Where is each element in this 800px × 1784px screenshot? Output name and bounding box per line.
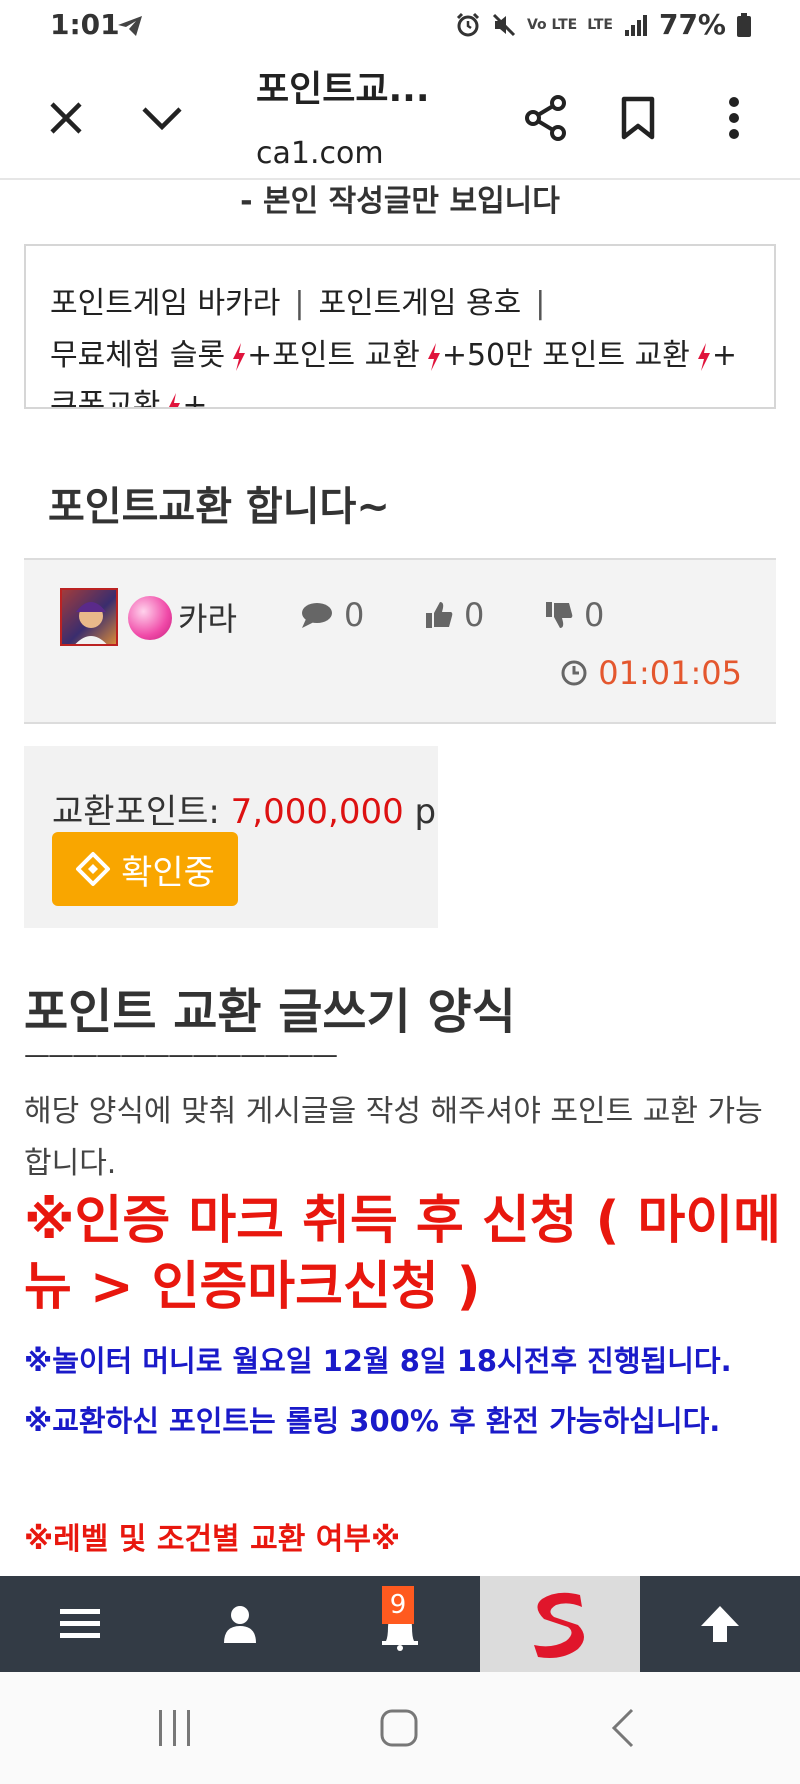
share-icon <box>525 95 566 141</box>
bookmark-button[interactable] <box>610 90 666 146</box>
home-button[interactable] <box>364 1700 434 1756</box>
menu-button[interactable] <box>0 1576 160 1672</box>
dislike-count[interactable]: 0 <box>544 596 604 634</box>
signal-icon <box>624 14 647 36</box>
logo-icon <box>534 1592 584 1658</box>
collapse-button[interactable] <box>134 90 190 146</box>
exchange-point-value: 7,000,000 <box>230 792 404 832</box>
avatar-image <box>75 602 107 644</box>
exchange-point-label: 교환포인트: 7,000,000 p <box>52 792 437 832</box>
alarm-icon <box>456 12 480 36</box>
lightning-icon <box>427 342 440 371</box>
instruction-paragraph: 해당 양식에 맞춰 게시글을 작성 해주셔야 포인트 교환 가능합니다. <box>24 1094 763 1181</box>
like-count[interactable]: 0 <box>424 596 484 634</box>
category-coupon-exchange[interactable]: 쿠폰교환 <box>50 388 160 407</box>
lightning-icon <box>233 342 246 371</box>
close-icon <box>50 102 82 134</box>
status-bar: 1:01 Vo LTE LTE 77% <box>0 0 800 50</box>
notification-badge: 9 <box>382 1586 414 1624</box>
chevron-down-icon <box>142 107 182 131</box>
battery-icon <box>737 12 751 37</box>
thumbs-up-icon <box>426 602 453 628</box>
lightning-icon <box>169 392 181 407</box>
battery-percent: 77% <box>658 8 726 41</box>
exchange-point-unit: p <box>403 792 437 832</box>
comment-count: 0 <box>300 596 364 634</box>
more-vertical-icon <box>729 97 739 139</box>
page-url[interactable]: ca1.com <box>256 136 384 171</box>
level-badge <box>128 596 172 640</box>
author-name[interactable]: 카라 <box>178 594 237 640</box>
post-meta: 카라 0 0 0 01:01:05 <box>24 558 776 724</box>
certification-notice: ※인증 마크 취득 후 신청 ( 마이메뉴 > 인증마크신청 ) <box>24 1191 782 1317</box>
plus-sign: + <box>711 338 737 373</box>
notice-text: - 본인 작성글만 보입니다 <box>240 184 560 219</box>
mute-icon <box>492 13 516 36</box>
recents-icon <box>159 1710 190 1746</box>
clock-icon <box>561 660 587 686</box>
home-icon <box>380 1709 418 1747</box>
site-logo-button[interactable] <box>480 1576 640 1672</box>
status-time: 1:01 <box>50 8 120 41</box>
post-title: 포인트교환 합니다~ <box>48 484 390 530</box>
post-time: 01:01:05 <box>560 654 742 692</box>
category-box: 포인트게임 바카라 | 포인트게임 용호 | 무료체험 슬롯 +포인트 교환 +50만 포… <box>24 244 776 409</box>
comment-icon <box>302 603 332 628</box>
more-options-button[interactable] <box>706 90 762 146</box>
category-free-slot[interactable]: 무료체험 슬롯 <box>50 338 225 373</box>
thumbs-down-icon <box>546 602 573 628</box>
category-dragon-tiger[interactable]: 포인트게임 용호 <box>318 286 521 321</box>
hamburger-menu-icon <box>60 1609 100 1638</box>
scroll-top-button[interactable] <box>640 1576 800 1672</box>
category-500k-exchange[interactable]: +50만 포인트 교환 <box>442 338 690 373</box>
telegram-icon <box>118 16 142 36</box>
avatar[interactable] <box>60 588 118 646</box>
category-baccarat[interactable]: 포인트게임 바카라 <box>50 286 280 321</box>
close-button[interactable] <box>38 90 94 146</box>
arrow-up-icon <box>701 1606 739 1642</box>
divider: | <box>535 286 546 321</box>
level-condition-notice: ※레벨 및 조건별 교환 여부※ <box>24 1522 401 1557</box>
plus-sign: + <box>182 388 208 409</box>
bottom-nav: 9 <box>0 1576 800 1672</box>
page-title: 포인트교... <box>256 69 430 110</box>
status-icons: Vo LTE LTE 77% <box>455 8 752 41</box>
divider: | <box>294 286 305 321</box>
category-point-exchange[interactable]: +포인트 교환 <box>247 338 420 373</box>
ticket-icon <box>76 852 111 886</box>
back-icon <box>611 1708 634 1748</box>
schedule-notice: ※놀이터 머니로 월요일 12월 8일 18시전후 진행됩니다. <box>24 1344 732 1378</box>
browser-toolbar: 포인트교... ca1.com <box>0 50 800 180</box>
category-line-3: 쿠폰교환 + <box>50 380 208 409</box>
category-line-1: 포인트게임 바카라 | 포인트게임 용호 | <box>50 278 559 322</box>
dash-divider: ————————————— <box>24 1040 338 1070</box>
category-line-2: 무료체험 슬롯 +포인트 교환 +50만 포인트 교환 + <box>50 330 737 374</box>
recents-button[interactable] <box>140 1700 210 1756</box>
profile-button[interactable] <box>160 1576 320 1672</box>
lte-label: LTE <box>587 16 613 33</box>
share-button[interactable] <box>518 90 574 146</box>
user-icon <box>224 1606 256 1643</box>
rolling-notice: ※교환하신 포인트는 롤링 300% 후 환전 가능하십니다. <box>24 1404 721 1438</box>
back-button[interactable] <box>588 1700 658 1756</box>
bookmark-icon <box>621 96 655 140</box>
exchange-point-box: 교환포인트: 7,000,000 p 확인중 <box>24 746 438 928</box>
system-nav-bar <box>0 1672 800 1784</box>
status-confirming-button[interactable]: 확인중 <box>52 832 238 906</box>
volte-label: Vo LTE <box>526 16 578 33</box>
form-heading: 포인트 교환 글쓰기 양식 <box>24 984 516 1040</box>
lightning-icon <box>697 342 710 371</box>
